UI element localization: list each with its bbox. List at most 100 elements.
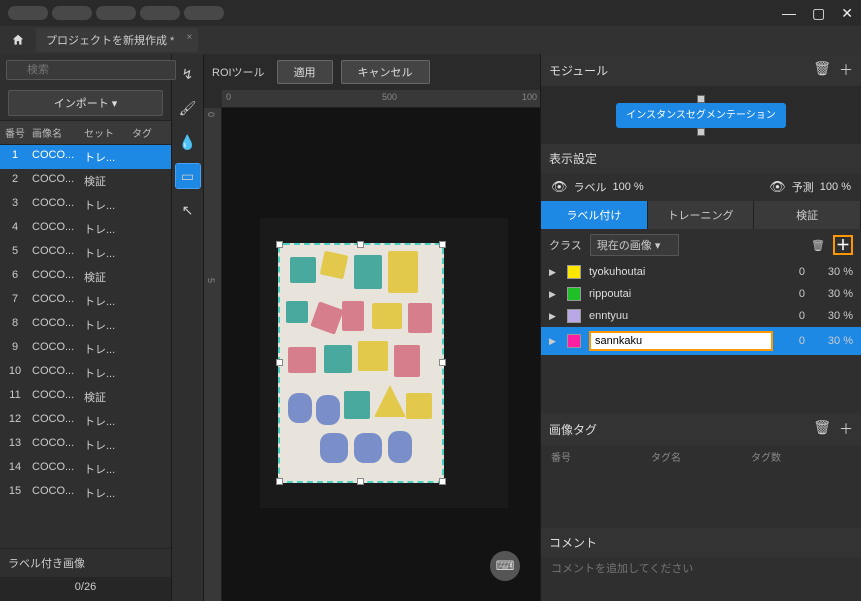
document-tab[interactable]: プロジェクトを新規作成 * × xyxy=(36,28,198,52)
row-set: 検証 xyxy=(82,385,130,409)
right-panel: モジュール 🗑 ＋ インスタンスセグメンテーション 表示設定 👁 ラベル 100… xyxy=(540,54,861,601)
table-row[interactable]: 12COCO...トレ... xyxy=(0,409,171,433)
row-tag xyxy=(130,289,170,313)
row-set: トレ... xyxy=(82,217,130,241)
row-name: COCO... xyxy=(30,433,82,457)
label-opacity: 100 % xyxy=(613,181,644,193)
roi-cancel-button[interactable]: キャンセル xyxy=(341,60,430,84)
table-row[interactable]: 13COCO...トレ... xyxy=(0,433,171,457)
class-count: 0 xyxy=(781,266,805,278)
tab-training[interactable]: トレーニング xyxy=(648,201,755,229)
col-tag[interactable]: タグ xyxy=(130,121,170,144)
minimize-icon[interactable]: — xyxy=(782,5,796,22)
titlebar: — ▢ ✕ xyxy=(0,0,861,26)
add-icon[interactable]: ＋ xyxy=(839,419,853,439)
rect-select-tool-icon[interactable]: ▭ xyxy=(176,164,200,188)
table-row[interactable]: 8COCO...トレ... xyxy=(0,313,171,337)
expand-icon[interactable]: ▶ xyxy=(549,336,559,347)
expand-icon[interactable]: ▶ xyxy=(549,289,559,300)
keyboard-icon[interactable]: ⌨ xyxy=(490,551,520,581)
table-row[interactable]: 7COCO...トレ... xyxy=(0,289,171,313)
close-icon[interactable]: ✕ xyxy=(841,5,853,22)
row-set: トレ... xyxy=(82,337,130,361)
table-row[interactable]: 10COCO...トレ... xyxy=(0,361,171,385)
home-icon[interactable] xyxy=(8,30,28,50)
image-list-panel: 🔍 ▦ ⧩ ⇅ ◠ インポート ▾ 番号 画像名 セット タグ 1COCO...… xyxy=(0,54,172,601)
titlebar-pills xyxy=(8,6,224,20)
roi-apply-button[interactable]: 適用 xyxy=(277,60,333,84)
row-number: 7 xyxy=(0,289,30,313)
pill xyxy=(184,6,224,20)
import-button[interactable]: インポート ▾ xyxy=(8,90,163,116)
class-color-swatch[interactable] xyxy=(567,309,581,323)
col-set[interactable]: セット xyxy=(82,121,130,144)
add-class-button[interactable]: ＋ xyxy=(833,235,853,255)
delete-icon[interactable]: 🗑 xyxy=(813,419,831,439)
row-tag xyxy=(130,409,170,433)
table-row[interactable]: 2COCO...検証 xyxy=(0,169,171,193)
class-color-swatch[interactable] xyxy=(567,265,581,279)
labeled-images-label: ラベル付き画像 xyxy=(0,548,171,577)
polyline-tool-icon[interactable]: ↯ xyxy=(176,62,200,86)
eye-icon[interactable]: 👁 xyxy=(769,179,786,195)
table-row[interactable]: 6COCO...検証 xyxy=(0,265,171,289)
class-color-swatch[interactable] xyxy=(567,287,581,301)
delete-class-icon[interactable]: 🗑 xyxy=(811,239,825,252)
row-tag xyxy=(130,361,170,385)
image-table-body[interactable]: 1COCO...トレ...2COCO...検証3COCO...トレ...4COC… xyxy=(0,145,171,548)
maximize-icon[interactable]: ▢ xyxy=(812,5,825,22)
col-name[interactable]: 画像名 xyxy=(30,121,82,144)
col-number[interactable]: 番号 xyxy=(0,121,30,144)
prediction-text: 予測 xyxy=(792,179,814,195)
row-tag xyxy=(130,265,170,289)
row-name: COCO... xyxy=(30,193,82,217)
add-icon[interactable]: ＋ xyxy=(839,60,853,80)
table-row[interactable]: 1COCO...トレ... xyxy=(0,145,171,169)
class-color-swatch[interactable] xyxy=(567,334,581,348)
comment-input[interactable] xyxy=(541,557,861,581)
tags-col-count: タグ数 xyxy=(751,449,851,464)
table-row[interactable]: 4COCO...トレ... xyxy=(0,217,171,241)
module-graph[interactable]: インスタンスセグメンテーション xyxy=(541,86,861,144)
pointer-tool-icon[interactable]: ↖ xyxy=(176,198,200,222)
table-row[interactable]: 11COCO...検証 xyxy=(0,385,171,409)
image-tags-title: 画像タグ xyxy=(549,421,597,438)
class-percent: 30 % xyxy=(813,310,853,322)
class-row[interactable]: ▶enntyuu030 % xyxy=(541,305,861,327)
eye-icon[interactable]: 👁 xyxy=(551,179,568,195)
prediction-opacity: 100 % xyxy=(820,181,851,193)
tags-col-num: 番号 xyxy=(551,449,651,464)
image-table-header: 番号 画像名 セット タグ xyxy=(0,120,171,145)
class-row[interactable]: ▶rippoutai030 % xyxy=(541,283,861,305)
tab-close-icon[interactable]: × xyxy=(187,32,193,43)
row-tag xyxy=(130,169,170,193)
brush-tool-icon[interactable]: 🖌 xyxy=(176,96,200,120)
class-name: rippoutai xyxy=(589,288,773,300)
table-row[interactable]: 3COCO...トレ... xyxy=(0,193,171,217)
viewport[interactable]: ⌨ xyxy=(222,108,540,601)
module-node[interactable]: インスタンスセグメンテーション xyxy=(616,103,785,128)
tab-labeling[interactable]: ラベル付け xyxy=(541,201,648,229)
class-percent: 30 % xyxy=(813,335,853,347)
class-row[interactable]: ▶030 % xyxy=(541,327,861,355)
row-tag xyxy=(130,433,170,457)
table-row[interactable]: 15COCO...トレ... xyxy=(0,481,171,505)
row-number: 1 xyxy=(0,145,30,169)
class-scope-select[interactable]: 現在の画像 ▾ xyxy=(590,234,680,256)
row-name: COCO... xyxy=(30,289,82,313)
expand-icon[interactable]: ▶ xyxy=(549,267,559,278)
table-row[interactable]: 14COCO...トレ... xyxy=(0,457,171,481)
tab-verification[interactable]: 検証 xyxy=(754,201,861,229)
expand-icon[interactable]: ▶ xyxy=(549,311,559,322)
delete-icon[interactable]: 🗑 xyxy=(813,60,831,80)
row-number: 4 xyxy=(0,217,30,241)
dropper-tool-icon[interactable]: 💧 xyxy=(176,130,200,154)
class-row[interactable]: ▶tyokuhoutai030 % xyxy=(541,261,861,283)
roi-selection[interactable] xyxy=(278,243,444,483)
tags-col-name: タグ名 xyxy=(651,449,751,464)
table-row[interactable]: 5COCO...トレ... xyxy=(0,241,171,265)
search-input[interactable] xyxy=(6,60,176,80)
class-name-input[interactable] xyxy=(589,331,773,351)
table-row[interactable]: 9COCO...トレ... xyxy=(0,337,171,361)
display-settings-header: 表示設定 xyxy=(541,144,861,173)
